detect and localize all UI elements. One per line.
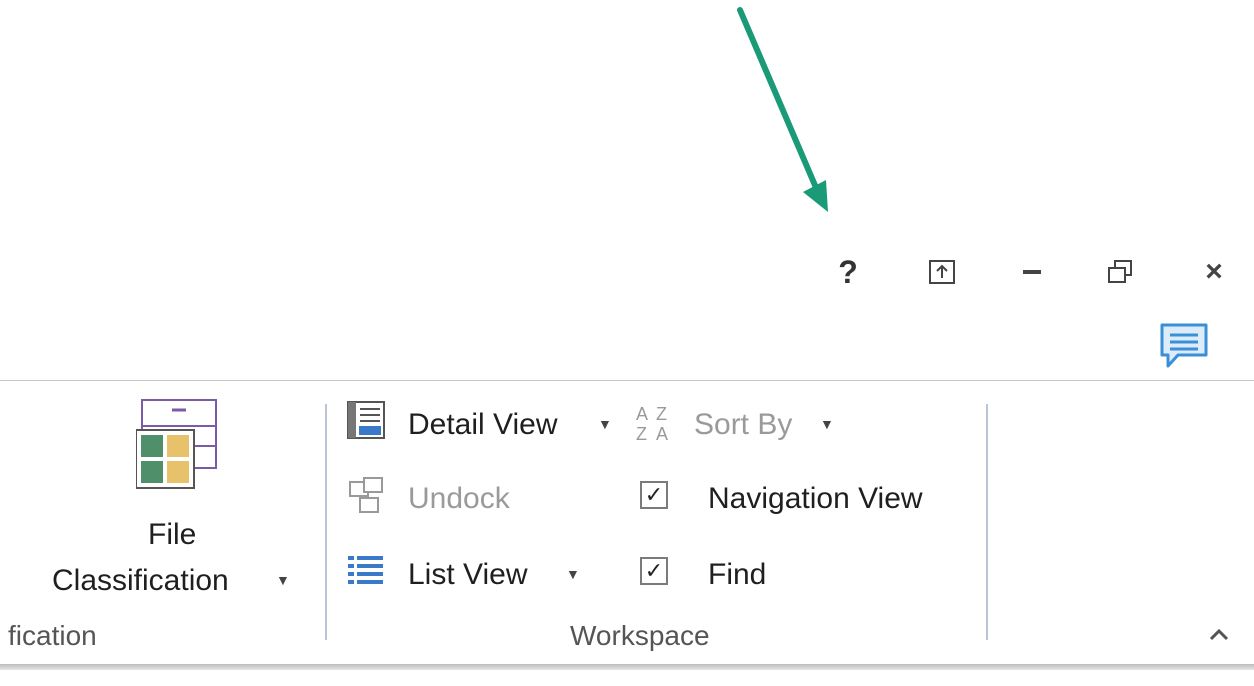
svg-text:A: A: [656, 424, 668, 444]
restore-button[interactable]: [1090, 250, 1150, 294]
detail-view-dropdown-icon[interactable]: ▼: [598, 416, 612, 432]
workspace-group-label: Workspace: [570, 620, 710, 651]
comments-button[interactable]: [1158, 322, 1210, 375]
list-view-icon: [346, 552, 386, 597]
sort-by-button[interactable]: Sort By: [694, 410, 792, 440]
minimize-icon: [1023, 270, 1041, 274]
undock-icon: [348, 476, 388, 521]
svg-text:Z: Z: [636, 424, 647, 444]
list-view-dropdown-icon[interactable]: ▼: [566, 566, 580, 582]
file-classification-icon: [135, 399, 217, 489]
navigation-view-label[interactable]: Navigation View: [708, 484, 923, 514]
sort-by-icon: A Z Z A: [634, 402, 680, 449]
group-separator: [325, 404, 327, 640]
svg-text:Z: Z: [656, 404, 667, 424]
comment-icon: [1160, 323, 1208, 368]
navigation-view-checkbox[interactable]: ✓: [640, 481, 668, 509]
minimize-button[interactable]: [1002, 250, 1062, 294]
svg-text:A: A: [636, 404, 648, 424]
ribbon-display-options-icon: [929, 260, 955, 284]
list-view-button[interactable]: List View: [408, 560, 528, 590]
classification-group-label: fication: [8, 620, 97, 651]
close-icon: ×: [1205, 255, 1223, 288]
find-label[interactable]: Find: [708, 560, 766, 590]
group-separator: [986, 404, 988, 640]
file-classification-label-line2: Classification: [52, 564, 229, 597]
detail-view-icon: [347, 401, 385, 439]
restore-icon: [1108, 260, 1132, 283]
help-icon: ?: [838, 253, 858, 290]
file-classification-label-line1: File: [148, 518, 197, 551]
file-classification-button[interactable]: [135, 396, 228, 499]
ribbon-bottom-border: [0, 664, 1254, 670]
ribbon-display-options-button[interactable]: [912, 250, 972, 294]
file-classification-dropdown-icon[interactable]: ▼: [276, 572, 290, 588]
detail-view-label[interactable]: Detail View: [408, 410, 558, 440]
help-button[interactable]: ?: [818, 250, 878, 294]
find-checkbox[interactable]: ✓: [640, 557, 668, 585]
collapse-ribbon-button[interactable]: [1208, 626, 1230, 647]
ribbon-top-border: [0, 380, 1254, 381]
undock-button[interactable]: Undock: [408, 484, 510, 514]
sort-by-dropdown-icon[interactable]: ▼: [820, 416, 834, 432]
detail-view-button[interactable]: [346, 400, 386, 445]
close-button[interactable]: ×: [1184, 250, 1244, 294]
chevron-up-icon: [1209, 628, 1229, 641]
